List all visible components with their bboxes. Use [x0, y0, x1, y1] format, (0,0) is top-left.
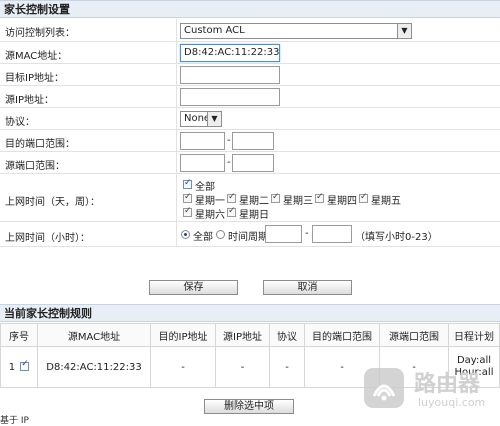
acl-select[interactable]: Custom ACL ▼: [180, 23, 412, 39]
src-mac-input[interactable]: D8:42:AC:11:22:33: [180, 44, 280, 62]
row-dst-ip: -: [150, 346, 216, 388]
row-protocol: -: [269, 346, 305, 388]
range-separator: -: [227, 157, 231, 168]
day-fri-label: 星期五: [371, 196, 401, 207]
day-sat-label: 星期六: [195, 210, 225, 221]
footer-partial-text: 基于 IP: [0, 416, 29, 426]
delete-selected-button[interactable]: 删除选中项: [204, 399, 294, 414]
watermark-brand-cn: 路由器: [414, 372, 481, 397]
src-mac-label: 源MAC地址：: [5, 51, 68, 62]
row-src-ip: -: [215, 346, 270, 388]
src-port-end-input[interactable]: [232, 154, 274, 172]
day-all-label: 全部: [195, 182, 215, 193]
current-rules-header: 当前家长控制规则: [0, 304, 500, 322]
col-dst-port: 目的端口范围: [304, 323, 380, 347]
dst-ip-input[interactable]: [180, 66, 280, 84]
hour-end-input[interactable]: [312, 225, 352, 243]
col-schedule: 日程计划: [448, 323, 500, 347]
col-src-port: 源端口范围: [379, 323, 449, 347]
src-ip-input[interactable]: [180, 88, 280, 106]
src-port-row: 源端口范围： -: [0, 152, 500, 174]
hour-all-label: 全部: [193, 232, 213, 243]
hour-all-radio[interactable]: [181, 230, 190, 239]
parental-control-settings-header: 家长控制设置: [0, 0, 500, 18]
hour-schedule-row: 上网时间（小时）： 全部 时间周期 - （填写小时0-23）: [0, 222, 500, 247]
dst-port-row: 目的端口范围： -: [0, 130, 500, 152]
protocol-select[interactable]: None ▼: [180, 111, 222, 127]
range-separator: -: [227, 135, 231, 146]
dst-port-label: 目的端口范围：: [5, 139, 75, 150]
chevron-down-icon: ▼: [397, 24, 411, 38]
day-sat-checkbox[interactable]: [183, 206, 192, 217]
check-icon: ✓: [21, 359, 29, 369]
cancel-button[interactable]: 取消: [263, 280, 352, 295]
src-ip-row: 源IP地址：: [0, 86, 500, 108]
protocol-label: 协议：: [5, 117, 35, 128]
hour-period-radio[interactable]: [216, 230, 225, 239]
col-src-ip: 源IP地址: [215, 323, 270, 347]
watermark-url: luyouqi.com: [418, 396, 486, 409]
day-tue-checkbox[interactable]: [227, 192, 236, 203]
col-protocol: 协议: [269, 323, 305, 347]
col-index: 序号: [0, 323, 38, 347]
save-button[interactable]: 保存: [149, 280, 238, 295]
acl-select-value: Custom ACL: [184, 25, 245, 36]
day-wed-checkbox[interactable]: [271, 192, 280, 203]
chevron-down-icon: ▼: [207, 112, 221, 126]
range-separator: -: [305, 228, 309, 239]
dst-port-start-input[interactable]: [180, 132, 225, 150]
day-sun-label: 星期日: [239, 210, 269, 221]
rules-table-header-row: 序号 源MAC地址 目的IP地址 源IP地址 协议 目的端口范围 源端口范围 日…: [0, 323, 500, 347]
day-sun-checkbox[interactable]: [227, 206, 236, 217]
row-src-mac: D8:42:AC:11:22:33: [37, 346, 151, 388]
hour-period-label: 时间周期: [228, 232, 268, 243]
dst-ip-label: 目标IP地址：: [5, 73, 64, 84]
day-thu-label: 星期四: [327, 196, 357, 207]
src-ip-label: 源IP地址：: [5, 95, 54, 106]
col-dst-ip: 目的IP地址: [150, 323, 216, 347]
day-tue-label: 星期二: [239, 196, 269, 207]
week-schedule-label: 上网时间（天，周）：: [5, 197, 100, 208]
day-all-checkbox[interactable]: [183, 178, 192, 189]
col-src-mac: 源MAC地址: [37, 323, 151, 347]
day-mon-checkbox[interactable]: [183, 192, 192, 203]
row-index-cell: 1 ✓: [0, 346, 38, 388]
week-schedule-row: 上网时间（天，周）： 全部 星期一 星期二 星期三 星期四 星期五 星期六 星期…: [0, 174, 500, 222]
src-port-start-input[interactable]: [180, 154, 225, 172]
day-thu-checkbox[interactable]: [315, 192, 324, 203]
src-mac-row: 源MAC地址： D8:42:AC:11:22:33: [0, 42, 500, 64]
protocol-row: 协议： None ▼: [0, 108, 500, 130]
dst-ip-row: 目标IP地址：: [0, 64, 500, 86]
hour-start-input[interactable]: [265, 225, 302, 243]
acl-label: 访问控制列表：: [5, 28, 75, 39]
site-watermark: 路由器 luyouqi.com: [356, 358, 500, 422]
day-wed-label: 星期三: [283, 196, 313, 207]
row-select-checkbox[interactable]: ✓: [20, 359, 30, 371]
hour-hint: （填写小时0-23）: [355, 232, 438, 243]
hour-schedule-label: 上网时间（小时）：: [5, 233, 90, 244]
src-port-label: 源端口范围：: [5, 161, 65, 172]
dst-port-end-input[interactable]: [232, 132, 274, 150]
acl-row: 访问控制列表： Custom ACL ▼: [0, 19, 500, 42]
row-index: 1: [8, 361, 16, 373]
day-fri-checkbox[interactable]: [359, 192, 368, 203]
day-mon-label: 星期一: [195, 196, 225, 207]
